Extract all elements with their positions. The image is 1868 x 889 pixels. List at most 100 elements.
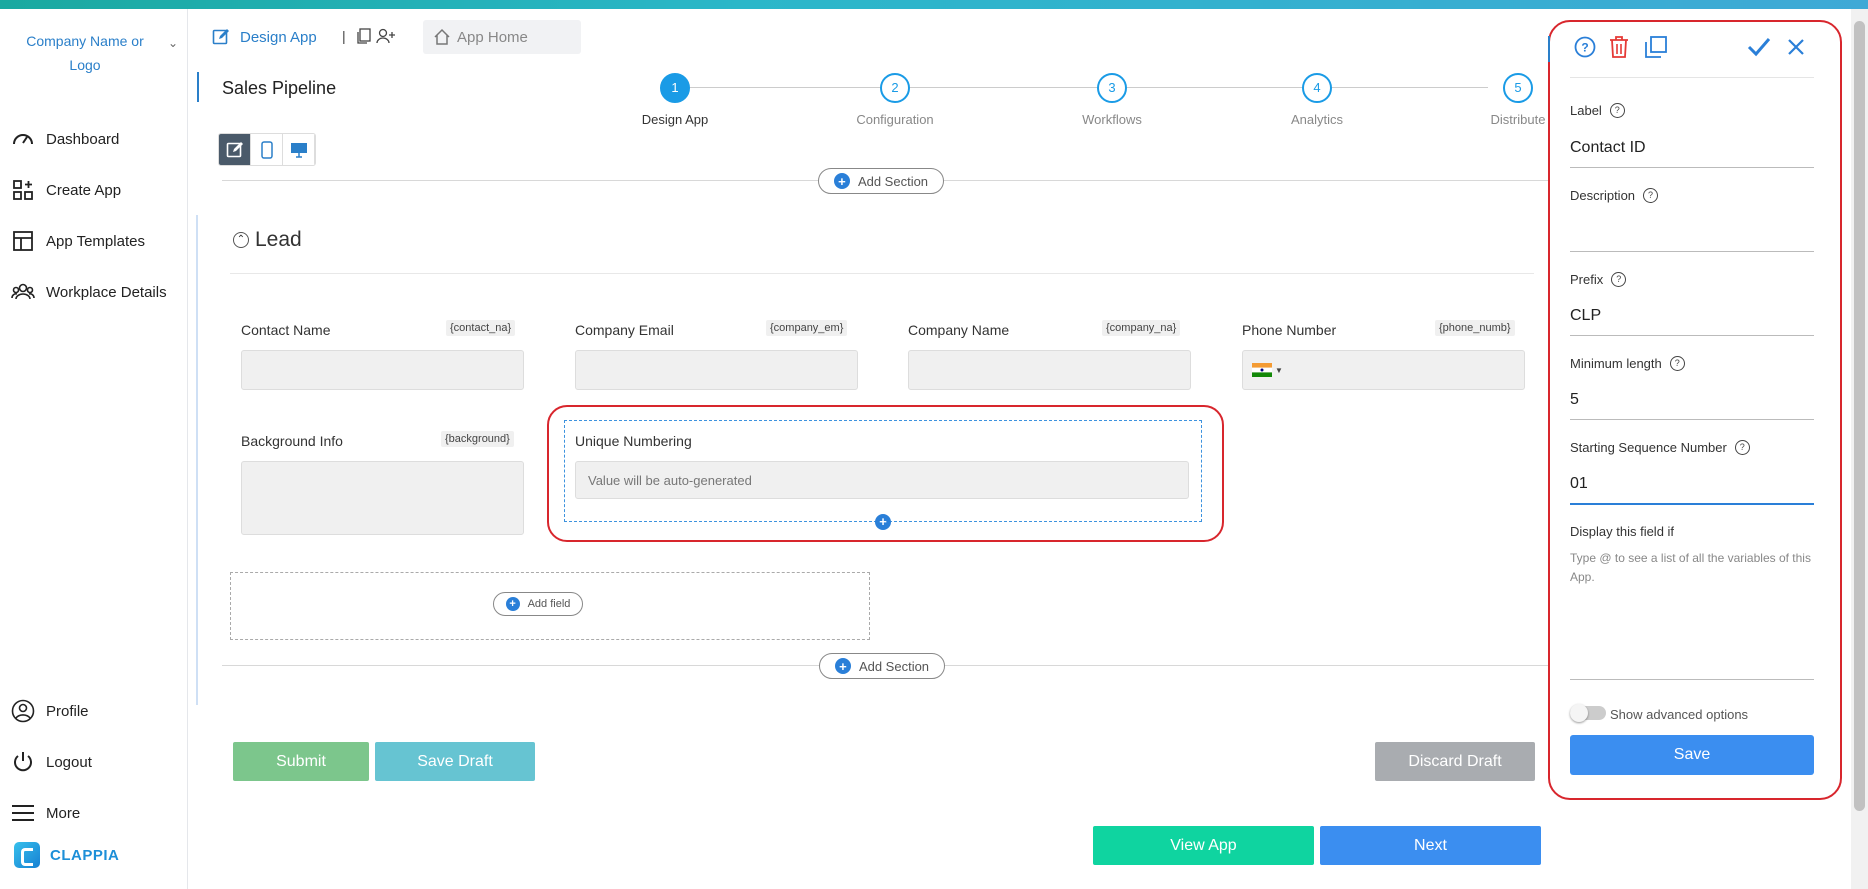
top-accent-bar <box>0 0 1868 9</box>
sidebar-item-dashboard[interactable]: Dashboard <box>10 124 119 154</box>
help-icon[interactable]: ? <box>1643 188 1659 203</box>
help-icon[interactable]: ? <box>1669 356 1685 371</box>
label-title: Label ? <box>1570 103 1625 118</box>
save-draft-button[interactable]: Save Draft <box>375 742 535 781</box>
desktop-view-button[interactable] <box>283 134 315 165</box>
chevron-down-icon[interactable]: ⌄ <box>168 36 178 50</box>
variable-tag: {contact_na} <box>446 320 516 336</box>
prefix-input[interactable]: CLP <box>1570 307 1814 336</box>
next-button[interactable]: Next <box>1320 826 1541 865</box>
sidebar-item-more[interactable]: More <box>10 798 80 828</box>
sidebar: Company Name or Logo ⌄ Dashboard Create … <box>0 9 188 889</box>
help-icon[interactable]: ? <box>1609 103 1625 118</box>
users-icon <box>10 279 36 305</box>
india-flag-icon[interactable]: ▼ <box>1252 363 1283 377</box>
add-field-button[interactable]: + Add field <box>493 592 583 616</box>
sidebar-item-app-templates[interactable]: App Templates <box>10 226 145 256</box>
edit-view-button[interactable] <box>219 134 251 165</box>
field-label: Contact Name <box>241 322 331 338</box>
grid-plus-icon <box>10 177 36 203</box>
gauge-icon <box>10 126 36 152</box>
add-user-icon[interactable] <box>376 28 396 47</box>
phone-number-input[interactable]: ▼ <box>1242 350 1525 390</box>
delete-icon[interactable] <box>1609 35 1629 64</box>
tab-label: Design App <box>240 28 317 46</box>
copy-icon[interactable] <box>356 28 372 47</box>
tab-app-home[interactable]: App Home <box>423 20 581 54</box>
add-section-button[interactable]: + Add Section <box>818 168 944 194</box>
step-design-app[interactable]: 1 Design App <box>615 73 735 127</box>
variable-tag: {phone_numb} <box>1435 320 1515 336</box>
prefix-title: Prefix ? <box>1570 272 1627 287</box>
template-icon <box>10 228 36 254</box>
contact-name-input[interactable] <box>241 350 524 390</box>
display-if-hint[interactable]: Type @ to see a list of all the variable… <box>1570 549 1815 587</box>
help-icon[interactable]: ? <box>1611 272 1627 287</box>
plus-icon: + <box>833 173 850 189</box>
step-workflows[interactable]: 3 Workflows <box>1052 73 1172 127</box>
start-seq-title: Starting Sequence Number ? <box>1570 440 1750 455</box>
discard-draft-button[interactable]: Discard Draft <box>1375 742 1535 781</box>
step-number: 2 <box>880 73 910 103</box>
chevron-up-icon: ⌃ <box>233 232 249 248</box>
plus-icon: + <box>505 597 520 611</box>
sidebar-item-profile[interactable]: Profile <box>10 696 89 726</box>
step-label: Workflows <box>1082 112 1142 127</box>
label-input[interactable]: Contact ID <box>1570 139 1814 168</box>
description-input[interactable] <box>1570 223 1814 252</box>
sidebar-item-create-app[interactable]: Create App <box>10 175 121 205</box>
tab-label: App Home <box>457 28 528 46</box>
tab-design-app[interactable]: Design App <box>200 20 317 54</box>
prefix-title-text: Prefix <box>1570 272 1604 287</box>
close-icon[interactable] <box>1787 38 1805 61</box>
panel-save-button[interactable]: Save <box>1570 735 1814 775</box>
sidebar-item-logout[interactable]: Logout <box>10 747 92 777</box>
step-number: 5 <box>1503 73 1533 103</box>
field-label: Phone Number <box>1242 322 1337 338</box>
view-app-button[interactable]: View App <box>1093 826 1314 865</box>
company-logo[interactable]: Company Name or Logo <box>20 29 150 77</box>
company-name-input[interactable] <box>908 350 1191 390</box>
unique-numbering-input[interactable]: Value will be auto-generated <box>575 461 1189 499</box>
insert-field-button[interactable]: + <box>875 513 891 531</box>
sidebar-item-label: Profile <box>46 702 89 720</box>
company-email-input[interactable] <box>575 350 858 390</box>
home-icon <box>433 28 451 46</box>
svg-text:?: ? <box>1581 41 1588 55</box>
add-section-label: Add Section <box>858 658 930 674</box>
display-if-title: Display this field if <box>1570 524 1675 539</box>
sidebar-item-label: Logout <box>46 753 92 771</box>
sidebar-item-workplace-details[interactable]: Workplace Details <box>10 277 167 307</box>
start-seq-input[interactable]: 01 <box>1570 475 1814 505</box>
step-configuration[interactable]: 2 Configuration <box>835 73 955 127</box>
min-length-input[interactable]: 5 <box>1570 391 1814 420</box>
min-length-title: Minimum length ? <box>1570 356 1685 371</box>
duplicate-icon[interactable] <box>1644 35 1668 64</box>
panel-accent <box>1548 36 1550 62</box>
help-icon[interactable]: ? <box>1734 440 1750 455</box>
section-title: Lead <box>255 228 302 251</box>
step-number: 1 <box>660 73 690 103</box>
add-section-button[interactable]: + Add Section <box>819 653 945 679</box>
confirm-check-icon[interactable] <box>1747 36 1771 63</box>
step-number: 4 <box>1302 73 1332 103</box>
step-label: Design App <box>641 112 709 127</box>
device-toggle <box>218 133 316 166</box>
step-label: Analytics <box>1290 112 1344 127</box>
mobile-view-button[interactable] <box>251 134 283 165</box>
product-name: CLAPPIA <box>50 846 120 864</box>
scrollbar-thumb[interactable] <box>1854 21 1865 811</box>
section-header[interactable]: ⌃ Lead <box>233 228 302 252</box>
scrollbar[interactable] <box>1851 9 1868 889</box>
advanced-options-toggle[interactable] <box>1570 704 1606 722</box>
help-icon[interactable]: ? <box>1574 36 1596 63</box>
edit-icon <box>212 28 230 46</box>
field-label: Company Name <box>908 322 1010 338</box>
background-info-input[interactable] <box>241 461 524 535</box>
submit-button[interactable]: Submit <box>233 742 369 781</box>
start-seq-title-text: Starting Sequence Number <box>1570 440 1727 455</box>
min-length-title-text: Minimum length <box>1570 356 1662 371</box>
step-analytics[interactable]: 4 Analytics <box>1257 73 1377 127</box>
clappia-icon <box>14 842 40 868</box>
step-number: 3 <box>1097 73 1127 103</box>
